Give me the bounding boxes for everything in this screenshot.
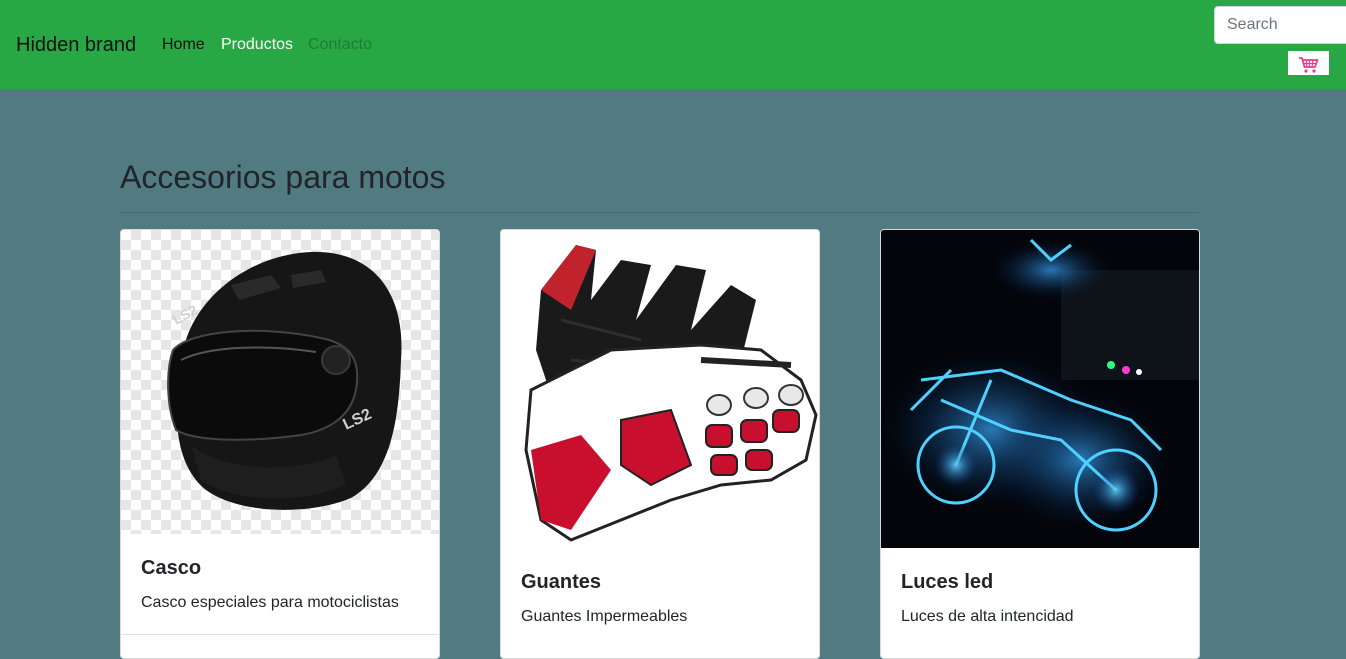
nav-link-productos[interactable]: Productos (221, 35, 293, 55)
card-title: Casco (141, 557, 202, 579)
product-card-casco: LS2 LS2 Casco Casco especiales para moto… (120, 229, 440, 659)
card-title: Luces led (901, 571, 994, 593)
card-text: Guantes Impermeables (521, 608, 688, 625)
cart-button[interactable] (1288, 51, 1329, 75)
product-card-luces-led: Luces led Luces de alta intencidad (880, 229, 1200, 659)
search-input[interactable] (1214, 6, 1346, 44)
gloves-image (501, 230, 819, 548)
nav-link-contacto[interactable]: Contacto (308, 35, 372, 55)
helmet-image: LS2 LS2 (121, 230, 439, 534)
shopping-cart-icon (1298, 56, 1318, 73)
page-title: Accesorios para motos (120, 159, 446, 195)
card-footer-divider (121, 634, 439, 635)
heading-divider (120, 212, 1199, 213)
nav-link-home[interactable]: Home (162, 35, 205, 55)
product-card-guantes: Guantes Guantes Impermeables (500, 229, 820, 659)
card-text: Casco especiales para motociclistas (141, 594, 399, 611)
card-text: Luces de alta intencidad (901, 608, 1074, 625)
navbar: Hidden brand Home Productos Contacto (0, 0, 1346, 89)
led-lights-image (881, 230, 1199, 548)
brand-link[interactable]: Hidden brand (16, 33, 136, 57)
card-title: Guantes (521, 571, 602, 593)
